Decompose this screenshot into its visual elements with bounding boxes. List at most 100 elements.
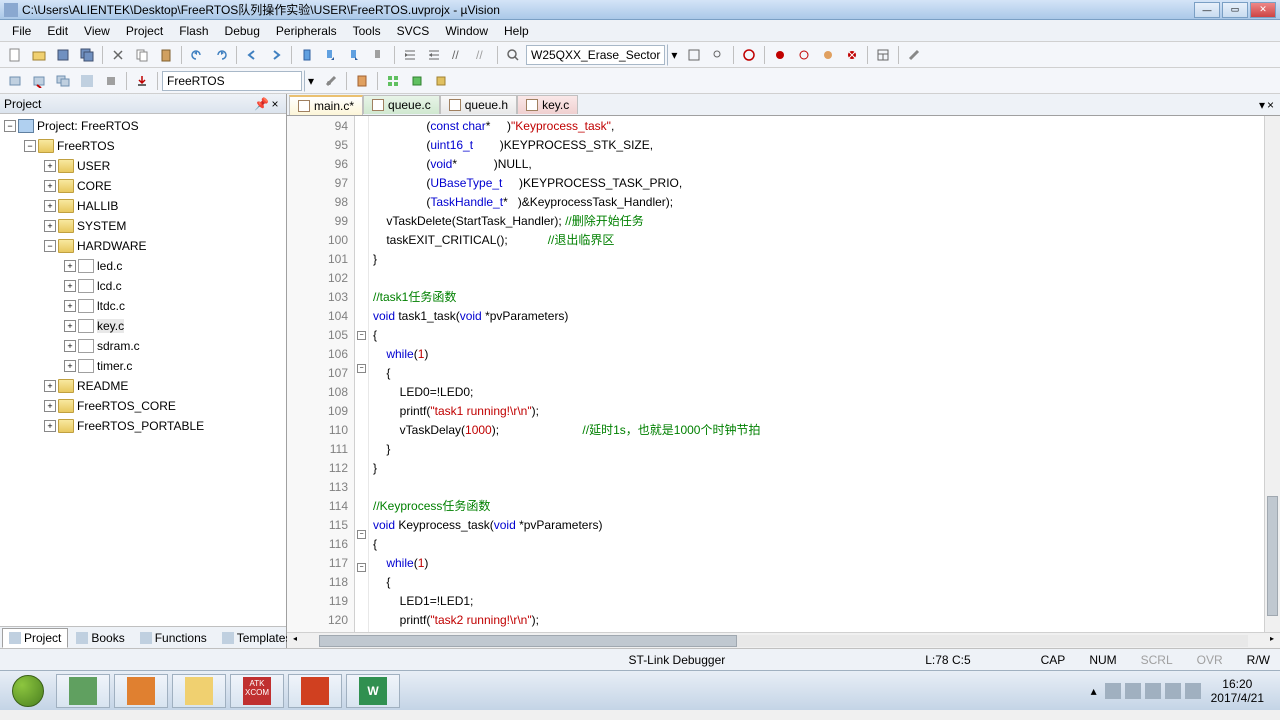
ptab-project[interactable]: Project <box>2 628 68 648</box>
tree-toggle-icon[interactable]: + <box>44 160 56 172</box>
menu-debug[interactable]: Debug <box>217 22 268 40</box>
menu-help[interactable]: Help <box>496 22 537 40</box>
bookmark-prev-icon[interactable] <box>320 44 342 66</box>
configure-icon[interactable] <box>903 44 925 66</box>
find-select[interactable]: W25QXX_Erase_Sector <box>526 45 665 65</box>
tree-group-rtos-portable[interactable]: + FreeRTOS_PORTABLE <box>0 416 286 436</box>
stop-build-icon[interactable] <box>100 70 122 92</box>
pack-installer-icon[interactable] <box>430 70 452 92</box>
tree-toggle-icon[interactable]: + <box>64 260 76 272</box>
ptab-templates[interactable]: Templates <box>215 628 299 648</box>
tree-file[interactable]: + key.c <box>0 316 286 336</box>
breakpoint-disable-icon[interactable] <box>817 44 839 66</box>
target-dropdown-icon[interactable]: ▾ <box>304 70 318 92</box>
rebuild-icon[interactable] <box>52 70 74 92</box>
paste-icon[interactable] <box>155 44 177 66</box>
tree-toggle-icon[interactable]: + <box>64 280 76 292</box>
bookmark-next-icon[interactable] <box>344 44 366 66</box>
copy-icon[interactable] <box>131 44 153 66</box>
menu-project[interactable]: Project <box>118 22 171 40</box>
taskbar-app-4[interactable]: ATKXCOM <box>230 674 284 708</box>
open-file-icon[interactable] <box>28 44 50 66</box>
tree-toggle-icon[interactable]: − <box>4 120 16 132</box>
debug-icon[interactable] <box>738 44 760 66</box>
project-tree[interactable]: − Project: FreeRTOS − FreeRTOS + USER + … <box>0 114 286 626</box>
bookmark-clear-icon[interactable] <box>368 44 390 66</box>
indent-icon[interactable] <box>399 44 421 66</box>
menu-edit[interactable]: Edit <box>39 22 76 40</box>
vertical-scrollbar[interactable] <box>1264 116 1280 632</box>
tray-expand-icon[interactable]: ▴ <box>1087 684 1101 698</box>
maximize-button[interactable]: ▭ <box>1222 2 1248 18</box>
outdent-icon[interactable] <box>423 44 445 66</box>
build-icon[interactable] <box>28 70 50 92</box>
tree-toggle-icon[interactable]: + <box>44 220 56 232</box>
tab-dropdown-icon[interactable]: ▾ <box>1259 98 1265 112</box>
scroll-left-icon[interactable]: ◂ <box>287 634 303 648</box>
tree-group-user[interactable]: + USER <box>0 156 286 176</box>
find-icon[interactable] <box>502 44 524 66</box>
tray-icon[interactable] <box>1185 683 1201 699</box>
uncomment-icon[interactable]: // <box>471 44 493 66</box>
scroll-right-icon[interactable]: ▸ <box>1264 634 1280 648</box>
taskbar-app-6[interactable]: W <box>346 674 400 708</box>
breakpoint-toggle-icon[interactable] <box>793 44 815 66</box>
editor-tab-main[interactable]: main.c* <box>289 95 363 115</box>
save-icon[interactable] <box>52 44 74 66</box>
code-content[interactable]: (const char* )"Keyprocess_task", (uint16… <box>369 116 1264 632</box>
tree-group-core[interactable]: + CORE <box>0 176 286 196</box>
menu-tools[interactable]: Tools <box>345 22 389 40</box>
tree-file[interactable]: + led.c <box>0 256 286 276</box>
menu-peripherals[interactable]: Peripherals <box>268 22 345 40</box>
cut-icon[interactable] <box>107 44 129 66</box>
hscroll-track[interactable] <box>319 635 1248 647</box>
tray-volume-icon[interactable] <box>1165 683 1181 699</box>
nav-forward-icon[interactable] <box>265 44 287 66</box>
tray-icon[interactable] <box>1105 683 1121 699</box>
translate-icon[interactable] <box>4 70 26 92</box>
menu-window[interactable]: Window <box>437 22 496 40</box>
save-all-icon[interactable] <box>76 44 98 66</box>
menu-svcs[interactable]: SVCS <box>389 22 438 40</box>
taskbar-app-3[interactable] <box>172 674 226 708</box>
tree-group-hallib[interactable]: + HALLIB <box>0 196 286 216</box>
tree-toggle-icon[interactable]: + <box>64 320 76 332</box>
code-editor[interactable]: 9495969798991001011021031041051061071081… <box>287 116 1280 632</box>
close-button[interactable]: ✕ <box>1250 2 1276 18</box>
pin-icon[interactable]: 📌 <box>254 97 268 111</box>
batch-build-icon[interactable] <box>76 70 98 92</box>
download-icon[interactable] <box>131 70 153 92</box>
tree-group-top[interactable]: − FreeRTOS <box>0 136 286 156</box>
tree-group-readme[interactable]: + README <box>0 376 286 396</box>
taskbar-app-2[interactable] <box>114 674 168 708</box>
tree-file[interactable]: + sdram.c <box>0 336 286 356</box>
tree-root[interactable]: − Project: FreeRTOS <box>0 116 286 136</box>
horizontal-scrollbar[interactable]: ◂ ▸ <box>287 632 1280 648</box>
tree-toggle-icon[interactable]: + <box>44 420 56 432</box>
tree-toggle-icon[interactable]: + <box>64 360 76 372</box>
target-options-icon[interactable] <box>320 70 342 92</box>
tree-toggle-icon[interactable]: − <box>24 140 36 152</box>
tree-toggle-icon[interactable]: + <box>44 400 56 412</box>
nav-back-icon[interactable] <box>241 44 263 66</box>
breakpoint-kill-icon[interactable] <box>841 44 863 66</box>
new-file-icon[interactable] <box>4 44 26 66</box>
taskbar-app-1[interactable] <box>56 674 110 708</box>
select-packs-icon[interactable] <box>406 70 428 92</box>
find-in-files-icon[interactable] <box>683 44 705 66</box>
editor-tab-queue-h[interactable]: queue.h <box>440 95 517 114</box>
menu-view[interactable]: View <box>76 22 118 40</box>
tree-toggle-icon[interactable]: + <box>44 200 56 212</box>
tree-toggle-icon[interactable]: + <box>44 380 56 392</box>
tree-file[interactable]: + ltdc.c <box>0 296 286 316</box>
start-button[interactable] <box>4 673 52 709</box>
ptab-books[interactable]: Books <box>69 628 131 648</box>
tree-toggle-icon[interactable]: − <box>44 240 56 252</box>
target-select[interactable]: FreeRTOS <box>162 71 302 91</box>
tree-file[interactable]: + lcd.c <box>0 276 286 296</box>
tray-network-icon[interactable] <box>1145 683 1161 699</box>
tree-group-rtos-core[interactable]: + FreeRTOS_CORE <box>0 396 286 416</box>
tree-toggle-icon[interactable]: + <box>44 180 56 192</box>
panel-close-icon[interactable]: × <box>268 97 282 111</box>
fold-column[interactable]: − − − − <box>355 116 369 632</box>
